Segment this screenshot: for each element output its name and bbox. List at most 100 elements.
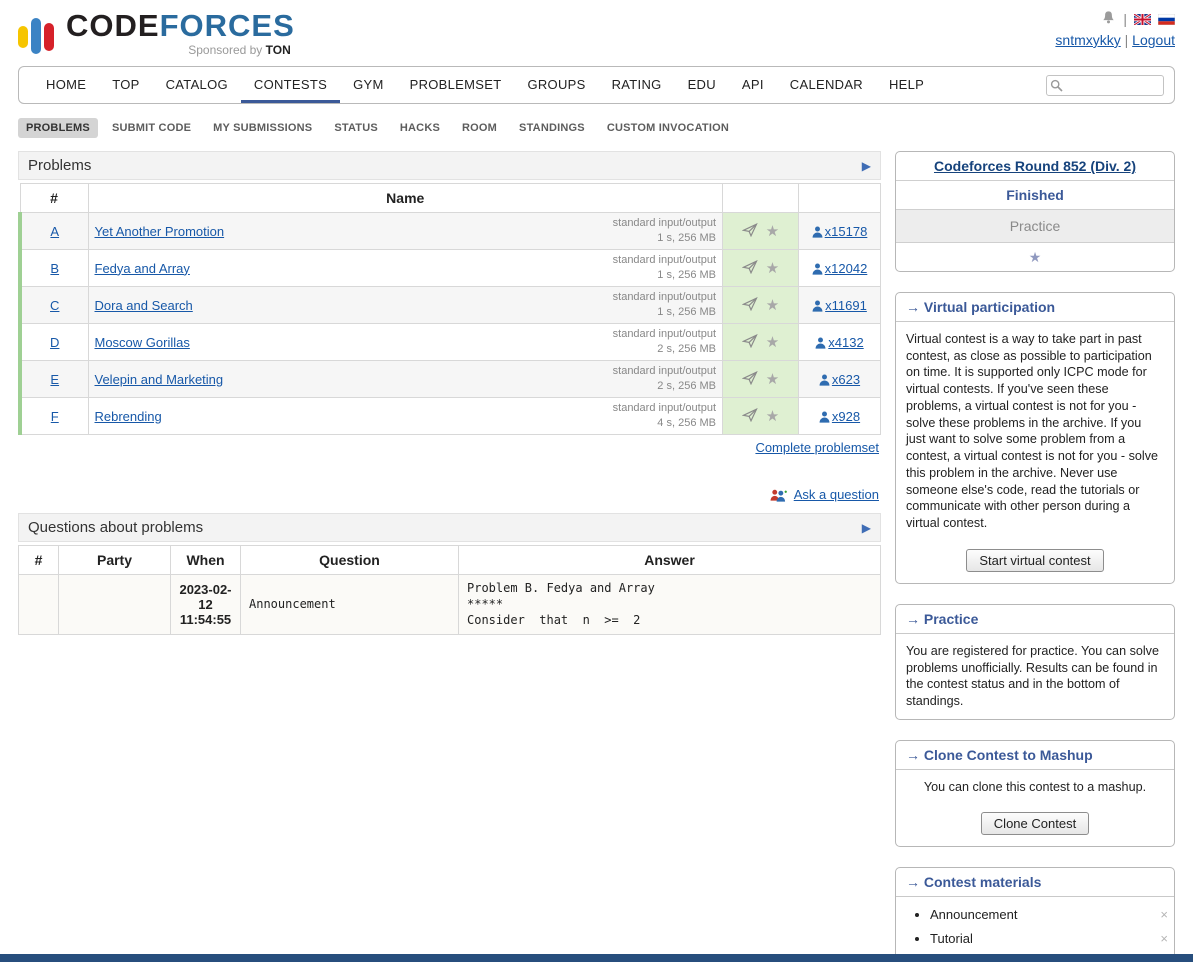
problems-caption: Problems ▶ [18, 151, 881, 180]
contest-materials-title: → Contest materials [896, 868, 1174, 897]
person-icon [815, 337, 826, 349]
problem-limits: standard input/output4 s, 256 MB [613, 401, 716, 431]
person-icon [812, 300, 823, 312]
problem-index-link[interactable]: D [50, 335, 59, 350]
nav-item-catalog[interactable]: CATALOG [153, 67, 241, 103]
problem-name-link[interactable]: Fedya and Array [95, 261, 190, 276]
main-nav: HOME TOP CATALOG CONTESTS GYM PROBLEMSET… [18, 66, 1175, 104]
nav-item-contests[interactable]: CONTESTS [241, 67, 340, 103]
practice-title: → Practice [896, 605, 1174, 634]
nav-item-problemset[interactable]: PROBLEMSET [397, 67, 515, 103]
virtual-participation-text: Virtual contest is a way to take part in… [896, 322, 1174, 541]
submit-paper-plane-icon[interactable] [742, 260, 758, 277]
footer-bar [0, 954, 1193, 962]
question-answer: Problem B. Fedya and Array ***** Conside… [459, 575, 881, 635]
problem-name-link[interactable]: Velepin and Marketing [95, 372, 224, 387]
nav-item-calendar[interactable]: CALENDAR [777, 67, 876, 103]
questions-col-when: When [171, 546, 241, 575]
search-input[interactable] [1066, 79, 1156, 93]
nav-item-help[interactable]: HELP [876, 67, 937, 103]
nav-item-gym[interactable]: GYM [340, 67, 397, 103]
tab-custom-invocation[interactable]: CUSTOM INVOCATION [599, 118, 737, 138]
person-icon [819, 411, 830, 423]
close-icon[interactable]: × [1160, 907, 1168, 922]
solved-count-link[interactable]: x15178 [825, 224, 868, 239]
problem-limits: standard input/output2 s, 256 MB [613, 327, 716, 357]
practice-text: You are registered for practice. You can… [896, 634, 1174, 719]
bell-icon[interactable] [1101, 10, 1116, 28]
start-virtual-contest-button[interactable]: Start virtual contest [966, 549, 1103, 572]
problems-col-name: Name [88, 184, 723, 213]
person-icon [819, 374, 830, 386]
problem-name-link[interactable]: Rebrending [95, 409, 162, 424]
tab-standings[interactable]: STANDINGS [511, 118, 593, 138]
favorite-star-icon[interactable]: ★ [766, 296, 779, 314]
submit-paper-plane-icon[interactable] [742, 223, 758, 240]
solved-count-link[interactable]: x12042 [825, 261, 868, 276]
problem-name-link[interactable]: Yet Another Promotion [95, 224, 225, 239]
nav-item-top[interactable]: TOP [99, 67, 152, 103]
solved-count-link[interactable]: x4132 [828, 335, 863, 350]
clone-contest-title: → Clone Contest to Mashup [896, 741, 1174, 770]
tab-room[interactable]: ROOM [454, 118, 505, 138]
close-icon[interactable]: × [1160, 931, 1168, 946]
submit-paper-plane-icon[interactable] [742, 297, 758, 314]
problem-index-link[interactable]: F [51, 409, 59, 424]
logout-link[interactable]: Logout [1132, 32, 1175, 48]
favorite-star-icon[interactable]: ★ [766, 222, 779, 240]
sponsored-by: Sponsored by TON [66, 44, 295, 56]
problem-name-link[interactable]: Dora and Search [95, 298, 193, 313]
material-item-tutorial[interactable]: Tutorial× [930, 931, 1174, 946]
questions-col-answer: Answer [459, 546, 881, 575]
clone-contest-text: You can clone this contest to a mashup. [896, 770, 1174, 805]
ask-question-link[interactable]: Ask a question [794, 487, 879, 502]
header: CODEFORCES Sponsored by TON | sntmxykky … [0, 0, 1193, 58]
submit-paper-plane-icon[interactable] [742, 334, 758, 351]
nav-item-rating[interactable]: RATING [599, 67, 675, 103]
tab-status[interactable]: STATUS [326, 118, 386, 138]
favorite-star-icon[interactable]: ★ [766, 333, 779, 351]
questions-col-num: # [19, 546, 59, 575]
nav-item-groups[interactable]: GROUPS [514, 67, 598, 103]
problems-caption-label: Problems [28, 157, 91, 174]
solved-count-link[interactable]: x11691 [825, 298, 867, 313]
search-box [1046, 75, 1164, 96]
expand-arrow-icon[interactable]: ▶ [862, 521, 871, 535]
virtual-participation-box: → Virtual participation Virtual contest … [895, 292, 1175, 584]
nav-item-api[interactable]: API [729, 67, 777, 103]
favorite-star-icon[interactable]: ★ [766, 259, 779, 277]
ru-flag-icon[interactable] [1158, 14, 1175, 25]
tab-my-submissions[interactable]: MY SUBMISSIONS [205, 118, 320, 138]
clone-contest-button[interactable]: Clone Contest [981, 812, 1089, 835]
question-text: Announcement [241, 575, 459, 635]
tab-hacks[interactable]: HACKS [392, 118, 448, 138]
problem-name-link[interactable]: Moscow Gorillas [95, 335, 190, 350]
complete-problemset-link[interactable]: Complete problemset [755, 440, 879, 455]
person-icon [812, 263, 823, 275]
problem-index-link[interactable]: B [50, 261, 59, 276]
problem-index-link[interactable]: E [50, 372, 59, 387]
contest-info-box: Codeforces Round 852 (Div. 2) Finished P… [895, 151, 1175, 272]
problem-row: A Yet Another Promotion standard input/ou… [20, 213, 881, 250]
questions-col-party: Party [59, 546, 171, 575]
uk-flag-icon[interactable] [1134, 14, 1151, 25]
nav-item-home[interactable]: HOME [33, 67, 99, 103]
favorite-star-icon[interactable]: ★ [766, 407, 779, 425]
material-item-announcement[interactable]: Announcement× [930, 907, 1174, 922]
tab-problems[interactable]: PROBLEMS [18, 118, 98, 138]
favorite-star-icon[interactable]: ★ [766, 370, 779, 388]
contest-title-link[interactable]: Codeforces Round 852 (Div. 2) [934, 158, 1136, 174]
username-link[interactable]: sntmxykky [1055, 32, 1120, 48]
solved-count-link[interactable]: x928 [832, 409, 860, 424]
problem-limits: standard input/output1 s, 256 MB [613, 216, 716, 246]
contest-favorite-star-icon[interactable]: ★ [896, 243, 1174, 271]
nav-item-edu[interactable]: EDU [675, 67, 729, 103]
submit-paper-plane-icon[interactable] [742, 371, 758, 388]
expand-arrow-icon[interactable]: ▶ [862, 159, 871, 173]
problem-index-link[interactable]: C [50, 298, 59, 313]
tab-submit-code[interactable]: SUBMIT CODE [104, 118, 199, 138]
solved-count-link[interactable]: x623 [832, 372, 860, 387]
problem-index-link[interactable]: A [50, 224, 59, 239]
submit-paper-plane-icon[interactable] [742, 408, 758, 425]
codeforces-logo[interactable]: CODEFORCES Sponsored by TON [18, 10, 295, 58]
